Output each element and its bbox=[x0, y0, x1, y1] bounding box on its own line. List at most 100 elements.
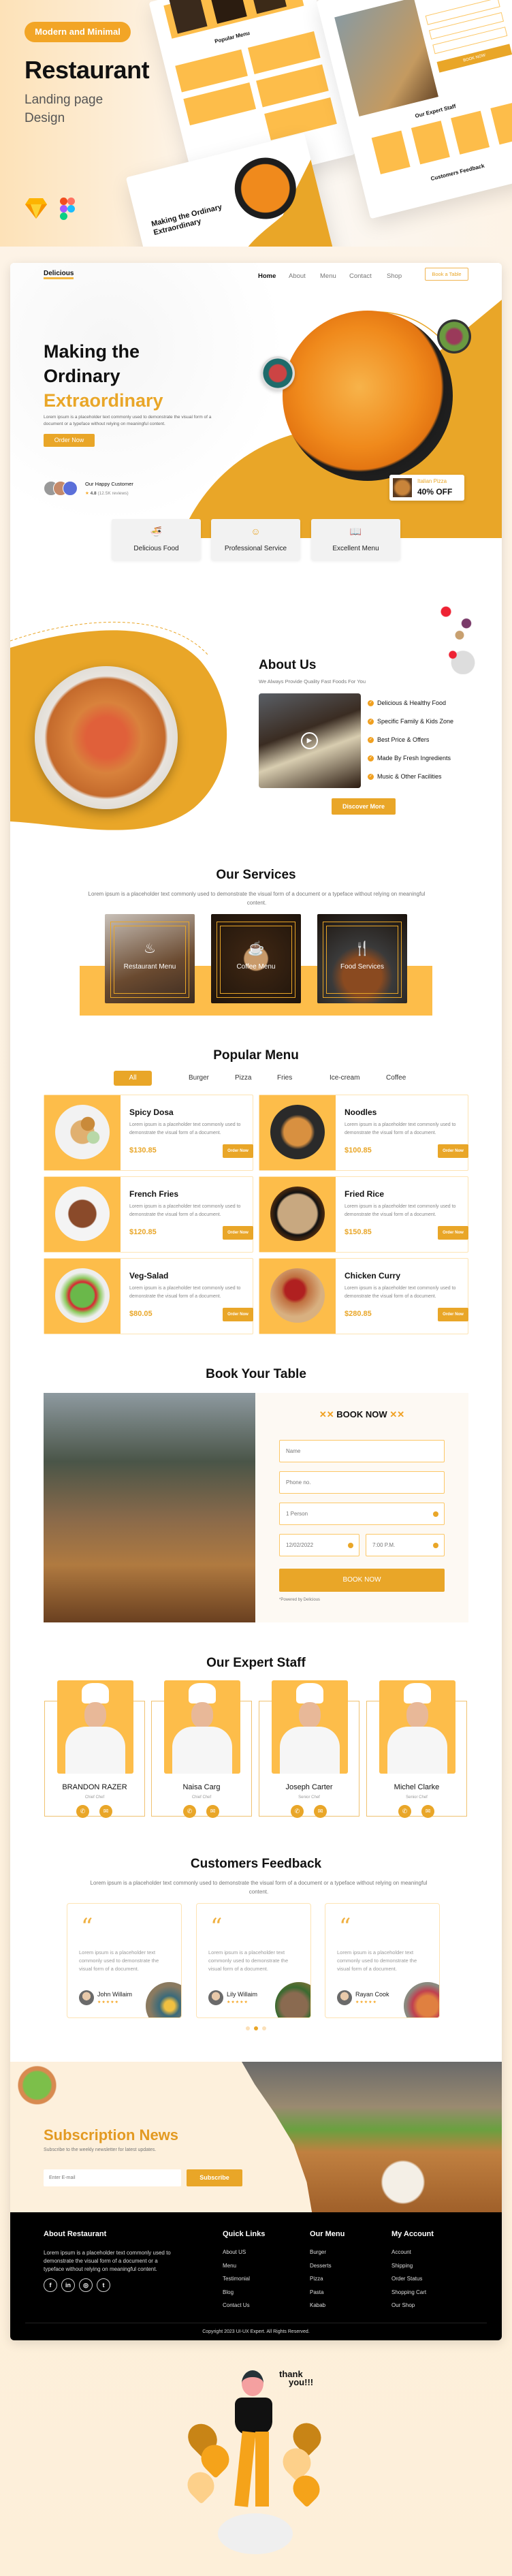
nav-link-about[interactable]: About bbox=[289, 272, 306, 280]
footer-column-title: Our Menu bbox=[310, 2230, 345, 2238]
menu-item-image-bg bbox=[259, 1259, 336, 1334]
happy-customer-label: Our Happy Customer bbox=[85, 481, 133, 487]
chef-hat bbox=[189, 1683, 216, 1703]
presentation-canvas: Popular Menu BOOK NOW Our Expert Staff C… bbox=[0, 0, 512, 2576]
menu-tab-all[interactable]: All bbox=[114, 1071, 152, 1086]
chevron-down-icon bbox=[433, 1511, 438, 1517]
menu-item-price: $80.05 bbox=[129, 1310, 153, 1318]
menu-item-price: $130.85 bbox=[129, 1146, 157, 1155]
footer-link[interactable]: Blog bbox=[223, 2289, 234, 2295]
thank-you-illustration: thank you!!! bbox=[182, 2363, 334, 2561]
book-table-button[interactable]: Book a Table bbox=[425, 268, 468, 281]
phone-icon[interactable]: ✆ bbox=[76, 1805, 89, 1818]
review-card: “ Lorem ipsum is a placeholder text commo… bbox=[196, 1903, 311, 2018]
phone-input[interactable]: Phone no. bbox=[279, 1471, 445, 1494]
facebook-icon[interactable]: f bbox=[44, 2278, 57, 2292]
menu-item-description: Lorem ipsum is a placeholder text common… bbox=[345, 1204, 456, 1217]
order-now-button[interactable]: Order Now bbox=[223, 1308, 253, 1321]
staff-title: Our Expert Staff bbox=[206, 1656, 306, 1670]
staff-card: BRANDON RAZER Chief Chef ✆ ✉ bbox=[44, 1680, 145, 1818]
nav-link-menu[interactable]: Menu bbox=[320, 272, 336, 280]
thank-you-line: you!!! bbox=[289, 2377, 314, 2387]
order-now-button[interactable]: Order Now bbox=[223, 1226, 253, 1240]
card-frame bbox=[326, 926, 398, 994]
menu-tab-ice-cream[interactable]: Ice-cream bbox=[330, 1071, 359, 1086]
footer-link[interactable]: Menu bbox=[223, 2263, 236, 2269]
service-label: Food Services bbox=[340, 963, 384, 971]
footer-link[interactable]: Our Shop bbox=[391, 2302, 415, 2308]
menu-tab-pizza[interactable]: Pizza bbox=[235, 1071, 251, 1086]
footer-link[interactable]: Testimonial bbox=[223, 2276, 250, 2282]
avatar bbox=[63, 481, 78, 496]
mail-icon[interactable]: ✉ bbox=[206, 1805, 219, 1818]
review-card: “ Lorem ipsum is a placeholder text commo… bbox=[67, 1903, 182, 2018]
menu-tab-coffee[interactable]: Coffee bbox=[386, 1071, 406, 1086]
service-card-3[interactable]: 🍴 Food Services bbox=[317, 914, 407, 1003]
side-dish-image bbox=[437, 319, 471, 354]
booking-form-title: ✕✕ BOOK NOW ✕✕ bbox=[255, 1409, 468, 1420]
nav-link-shop[interactable]: Shop bbox=[387, 272, 402, 280]
star-rating: ★★★★★ bbox=[97, 2000, 119, 2005]
footer-link[interactable]: Order Status bbox=[391, 2276, 422, 2282]
phone-icon[interactable]: ✆ bbox=[183, 1805, 196, 1818]
carousel-dot[interactable] bbox=[262, 2026, 266, 2030]
footer-link[interactable]: Shopping Cart bbox=[391, 2289, 426, 2295]
email-input[interactable]: Enter E-mail bbox=[44, 2169, 181, 2186]
staff-role: Chief Chef bbox=[84, 1795, 105, 1800]
about-video-thumbnail[interactable]: ▶ bbox=[259, 693, 361, 788]
staff-name: Joseph Carter bbox=[285, 1783, 333, 1791]
logo[interactable]: Delicious bbox=[44, 270, 74, 279]
nav-link-contact[interactable]: Contact bbox=[349, 272, 372, 280]
menu-tab-burger[interactable]: Burger bbox=[189, 1071, 209, 1086]
about-title: About Us bbox=[259, 658, 317, 672]
mail-icon[interactable]: ✉ bbox=[99, 1805, 112, 1818]
footer-link[interactable]: Desserts bbox=[310, 2263, 332, 2269]
carousel-dot[interactable] bbox=[246, 2026, 250, 2030]
star-rating: ★★★★★ bbox=[227, 2000, 249, 2005]
service-card-2[interactable]: ☕ Coffee Menu bbox=[211, 914, 301, 1003]
order-now-button[interactable]: Order Now bbox=[44, 434, 95, 447]
order-now-button[interactable]: Order Now bbox=[438, 1144, 468, 1158]
services-description: Lorem ipsum is a placeholder text common… bbox=[88, 891, 426, 906]
review-text: Lorem ipsum is a placeholder text common… bbox=[79, 1949, 159, 1972]
powered-by: *Powered by Delicious bbox=[279, 1598, 321, 1602]
discover-more-button[interactable]: Discover More bbox=[332, 798, 396, 815]
date-select[interactable]: 12/02/2022 bbox=[279, 1534, 359, 1556]
chef-face bbox=[299, 1702, 321, 1728]
instagram-icon[interactable]: ◎ bbox=[79, 2278, 93, 2292]
menu-item-description: Lorem ipsum is a placeholder text common… bbox=[129, 1204, 241, 1217]
book-now-button[interactable]: BOOK NOW bbox=[279, 1569, 445, 1592]
name-input[interactable]: Name bbox=[279, 1440, 445, 1462]
linkedin-icon[interactable]: in bbox=[61, 2278, 75, 2292]
service-card-1[interactable]: ♨ Restaurant Menu bbox=[105, 914, 195, 1003]
mail-icon[interactable]: ✉ bbox=[314, 1805, 327, 1818]
feature-label: Excellent Menu bbox=[332, 545, 379, 552]
phone-icon[interactable]: ✆ bbox=[291, 1805, 304, 1818]
footer-link[interactable]: Burger bbox=[310, 2249, 326, 2255]
twitter-icon[interactable]: t bbox=[97, 2278, 110, 2292]
footer-link[interactable]: Shipping bbox=[391, 2263, 413, 2269]
time-select[interactable]: 7:00 P.M. bbox=[366, 1534, 445, 1556]
nav-link-home[interactable]: Home bbox=[258, 272, 276, 280]
thank-you-text: thank you!!! bbox=[279, 2370, 313, 2387]
play-icon[interactable]: ▶ bbox=[301, 732, 318, 749]
phone-icon[interactable]: ✆ bbox=[398, 1805, 411, 1818]
footer-link[interactable]: Contact Us bbox=[223, 2302, 250, 2308]
menu-tab-fries[interactable]: Fries bbox=[277, 1071, 292, 1086]
chef-jacket bbox=[387, 1727, 447, 1774]
order-now-button[interactable]: Order Now bbox=[223, 1144, 253, 1158]
mail-icon[interactable]: ✉ bbox=[421, 1805, 434, 1818]
footer-link[interactable]: Pasta bbox=[310, 2289, 323, 2295]
footer-link[interactable]: Account bbox=[391, 2249, 411, 2255]
promo-badge[interactable]: Italian Pizza 40% OFF bbox=[389, 475, 464, 501]
order-now-button[interactable]: Order Now bbox=[438, 1226, 468, 1240]
dish-image bbox=[55, 1187, 110, 1241]
footer-link[interactable]: About US bbox=[223, 2249, 246, 2255]
footer-link[interactable]: Kabab bbox=[310, 2302, 325, 2308]
subscribe-button[interactable]: Subscribe bbox=[187, 2169, 242, 2186]
carousel-dot[interactable] bbox=[254, 2026, 258, 2030]
order-now-button[interactable]: Order Now bbox=[438, 1308, 468, 1321]
persons-select[interactable]: 1 Person bbox=[279, 1503, 445, 1525]
footer-link[interactable]: Pizza bbox=[310, 2276, 323, 2282]
landing-page: Delicious Home About Menu Contact Shop Book … bbox=[10, 263, 502, 2340]
